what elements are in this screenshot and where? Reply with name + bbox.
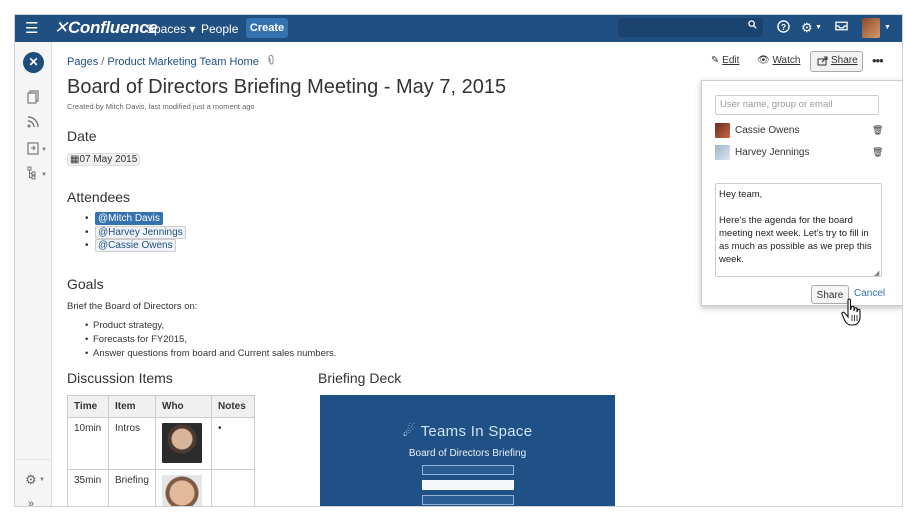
avatar: [715, 123, 730, 138]
chevron-down-icon: ▼: [41, 172, 47, 178]
column-header: Notes: [211, 395, 255, 418]
user-mention[interactable]: @Mitch Davis: [95, 212, 163, 225]
people-link[interactable]: People: [201, 22, 238, 36]
table-cell: 35min: [67, 469, 109, 506]
deck-heading: Briefing Deck: [318, 370, 402, 386]
confluence-logo[interactable]: ✕Confluence: [54, 18, 158, 38]
deck-brand: ☄ Teams In Space: [402, 423, 533, 440]
help-icon[interactable]: ?: [777, 20, 790, 36]
attendees-heading: Attendees: [67, 189, 131, 205]
briefing-deck-preview[interactable]: ☄ Teams In Space Board of Directors Brie…: [320, 395, 615, 506]
resize-handle-icon[interactable]: ◢: [874, 269, 879, 277]
more-actions-button[interactable]: •••: [872, 53, 884, 68]
table-cell: [155, 469, 212, 506]
share-dialog: User name, group or email Cassie Owens 🗑…: [701, 80, 902, 306]
share-icon: [817, 55, 828, 69]
teams-in-space-logo-icon: ☄: [402, 423, 417, 440]
list-item: Product strategy,: [85, 320, 336, 334]
avatar: [715, 145, 730, 160]
user-mention[interactable]: @Cassie Owens: [95, 239, 176, 252]
user-avatar[interactable]: [862, 18, 880, 38]
list-item: @Cassie Owens: [85, 239, 186, 254]
page-byline: Created by Mitch Davis, last modified ju…: [67, 102, 255, 111]
breadcrumb-pages[interactable]: Pages: [67, 56, 98, 68]
column-header: Time: [67, 395, 109, 418]
pencil-icon: ✎: [711, 55, 720, 66]
goals-heading: Goals: [67, 276, 104, 292]
goals-intro: Brief the Board of Directors on:: [67, 301, 198, 312]
attendees-list: @Mitch Davis @Harvey Jennings @Cassie Ow…: [85, 212, 186, 254]
svg-text:?: ?: [781, 22, 786, 32]
collapse-icon[interactable]: »: [28, 498, 34, 506]
share-button[interactable]: Share: [810, 51, 863, 72]
deck-subtitle: Board of Directors Briefing: [408, 448, 527, 459]
column-header: Item: [108, 395, 156, 418]
deck-slide-bar: [422, 480, 514, 490]
table-row: 10min Intros •: [67, 417, 255, 470]
chevron-down-icon: ▼: [41, 147, 47, 153]
table-cell: Intros: [108, 417, 156, 470]
table-cell[interactable]: [211, 469, 255, 506]
table-cell[interactable]: •: [211, 417, 255, 470]
top-nav: ☰ ✕Confluence Spaces ▾ People Create ? ⚙…: [15, 15, 902, 42]
edit-button[interactable]: ✎ Edit: [711, 55, 739, 66]
shortcuts-icon[interactable]: [27, 141, 39, 158]
notifications-icon[interactable]: [835, 20, 848, 35]
chevron-down-icon: ▼: [39, 477, 45, 483]
avatar: [162, 475, 202, 506]
confluence-window: ☰ ✕Confluence Spaces ▾ People Create ? ⚙…: [14, 14, 903, 507]
deck-slide-bar: [422, 465, 514, 475]
trash-icon[interactable]: 🗑: [872, 147, 883, 158]
gear-icon[interactable]: ⚙: [801, 20, 813, 36]
date-lozenge[interactable]: ▦07 May 2015: [67, 153, 141, 166]
table-row: 35min Briefing: [67, 469, 255, 506]
share-recipient: Harvey Jennings: [715, 145, 809, 160]
settings-icon[interactable]: ⚙: [25, 472, 37, 488]
avatar: [162, 423, 202, 463]
chevron-down-icon: ▼: [815, 24, 822, 31]
table-cell: 10min: [67, 417, 109, 470]
attachment-icon[interactable]: [268, 55, 275, 68]
trash-icon[interactable]: 🗑: [872, 125, 883, 136]
list-item: @Harvey Jennings: [85, 225, 186, 241]
hamburger-icon[interactable]: ☰: [25, 20, 38, 37]
eye-icon: 👁: [757, 55, 770, 66]
spaces-menu[interactable]: Spaces ▾: [146, 22, 195, 36]
pages-icon[interactable]: [27, 90, 39, 107]
list-item: Forecasts for FY2015,: [85, 334, 336, 348]
breadcrumb-parent[interactable]: Product Marketing Team Home: [107, 56, 258, 68]
table-cell: Briefing: [108, 469, 156, 506]
space-sidebar: ✕ ▼ ▼ ⚙ ▼ »: [15, 42, 52, 506]
list-item: Answer questions from board and Current …: [85, 348, 336, 362]
discussion-table: Time Item Who Notes 10min Intros • 35min…: [67, 395, 255, 506]
search-input[interactable]: [618, 18, 763, 37]
hand-cursor-icon: [841, 298, 861, 326]
goals-list: Product strategy, Forecasts for FY2015, …: [85, 320, 336, 362]
list-item: @Mitch Davis: [85, 212, 186, 227]
discussion-heading: Discussion Items: [67, 370, 173, 386]
column-header: Who: [155, 395, 212, 418]
create-button[interactable]: Create: [246, 18, 288, 38]
deck-slide-bar: [422, 495, 514, 505]
tree-icon[interactable]: [27, 166, 37, 183]
table-header-row: Time Item Who Notes: [67, 395, 255, 418]
space-logo-icon[interactable]: ✕: [23, 52, 44, 73]
table-cell: [155, 417, 212, 470]
share-recipient: Cassie Owens: [715, 123, 799, 138]
page-title: Board of Directors Briefing Meeting - Ma…: [67, 76, 507, 98]
breadcrumb-separator: /: [101, 56, 105, 68]
breadcrumb: Pages / Product Marketing Team Home: [67, 55, 275, 68]
user-mention[interactable]: @Harvey Jennings: [95, 225, 186, 239]
sidebar-divider: [15, 459, 51, 460]
share-recipient-input[interactable]: User name, group or email: [715, 95, 879, 115]
chevron-down-icon: ▼: [884, 24, 891, 31]
watch-button[interactable]: 👁 Watch: [757, 55, 800, 66]
share-message-textarea[interactable]: Hey team, Here's the agenda for the boar…: [715, 183, 882, 277]
date-heading: Date: [67, 128, 97, 144]
blog-icon[interactable]: [27, 116, 39, 131]
search-icon: [748, 20, 757, 32]
